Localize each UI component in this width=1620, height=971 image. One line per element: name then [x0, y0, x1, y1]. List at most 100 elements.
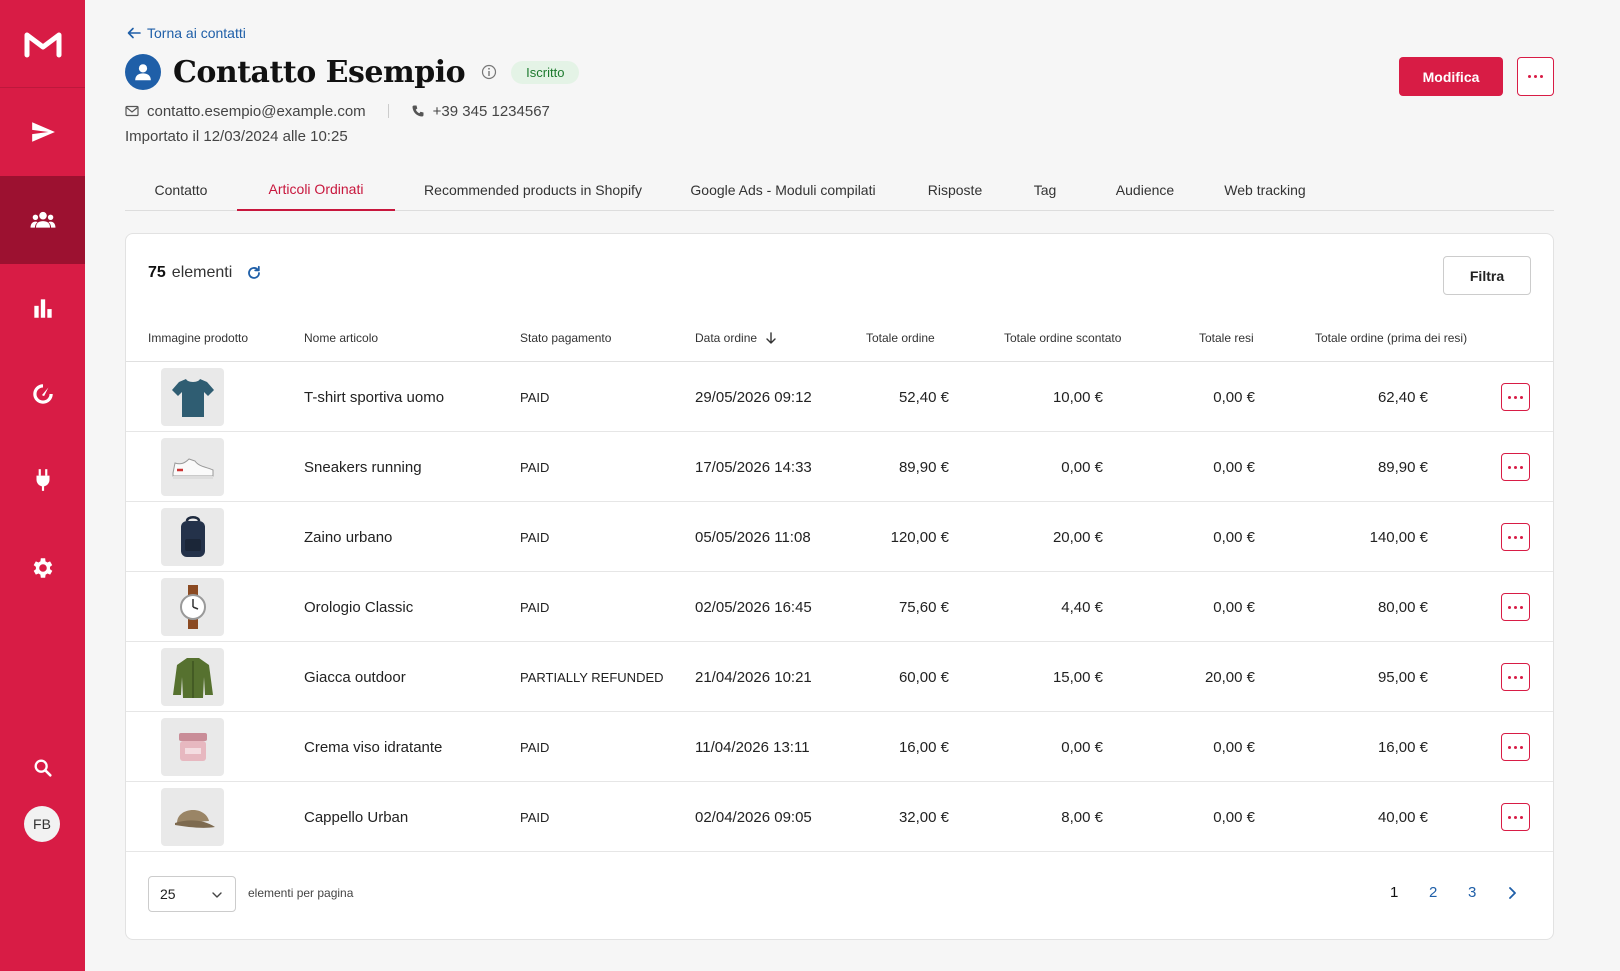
order-total: 75,60 € — [898, 598, 949, 616]
filter-button[interactable]: Filtra — [1443, 256, 1531, 295]
row-actions-button[interactable] — [1501, 663, 1530, 691]
col-payment[interactable]: Stato pagamento — [520, 330, 611, 346]
contact-email[interactable]: contatto.esempio@example.com — [147, 103, 366, 120]
table-row[interactable]: Giacca outdoor PARTIALLY REFUNDED 21/04/… — [126, 642, 1553, 712]
sidebar-item-contacts[interactable] — [0, 176, 85, 264]
table-row[interactable]: Zaino urbano PAID 05/05/2026 11:08 120,0… — [126, 502, 1553, 572]
more-dots-icon — [1508, 745, 1523, 749]
user-avatar[interactable]: FB — [24, 806, 60, 842]
sidebar-item-automation[interactable] — [0, 350, 85, 438]
col-total[interactable]: Totale ordine — [866, 330, 935, 346]
product-image — [161, 578, 224, 636]
page-link-2[interactable]: 2 — [1429, 884, 1437, 901]
order-date: 17/05/2026 14:33 — [695, 458, 812, 476]
sidebar-item-campaigns[interactable] — [0, 88, 85, 176]
more-dots-icon — [1528, 75, 1543, 78]
plug-icon — [36, 469, 49, 491]
order-returns: 0,00 € — [1213, 458, 1255, 476]
brand-logo[interactable] — [0, 0, 85, 88]
back-to-contacts-link[interactable]: Torna ai contatti — [127, 25, 246, 41]
row-actions-button[interactable] — [1501, 383, 1530, 411]
table-row[interactable]: Cappello Urban PAID 02/04/2026 09:05 32,… — [126, 782, 1553, 852]
col-returns[interactable]: Totale resi — [1199, 330, 1254, 346]
status-badge: Iscritto — [511, 60, 580, 84]
col-image: Immagine prodotto — [148, 331, 249, 345]
contact-avatar — [125, 54, 161, 90]
tab-contatto[interactable]: Contatto — [125, 168, 237, 211]
page-link-3[interactable]: 3 — [1468, 884, 1476, 901]
order-total-discounted: 0,00 € — [1061, 738, 1103, 756]
order-returns: 0,00 € — [1213, 388, 1255, 406]
order-returns: 0,00 € — [1213, 808, 1255, 826]
send-icon — [31, 122, 55, 142]
title-row: Contatto Esempio Iscritto — [125, 52, 580, 92]
product-name: Sneakers running — [304, 458, 422, 476]
order-returns: 0,00 € — [1213, 528, 1255, 546]
col-name[interactable]: Nome articolo — [304, 330, 378, 346]
row-actions-button[interactable] — [1501, 523, 1530, 551]
col-discounted-label: Totale ordine scontato — [1004, 331, 1122, 345]
table-row[interactable]: T-shirt sportiva uomo PAID 29/05/2026 09… — [126, 362, 1553, 432]
row-actions-button[interactable] — [1501, 593, 1530, 621]
order-date: 02/04/2026 09:05 — [695, 808, 812, 826]
search-icon — [34, 759, 52, 777]
tab-tag[interactable]: Tag — [1020, 168, 1070, 211]
sidebar-item-integrations[interactable] — [0, 436, 85, 524]
more-actions-button[interactable] — [1517, 57, 1554, 96]
sidebar-search[interactable] — [0, 748, 85, 788]
order-date: 11/04/2026 13:11 — [695, 738, 810, 756]
tab-web-tracking[interactable]: Web tracking — [1205, 168, 1325, 211]
payment-status: PAID — [520, 389, 550, 405]
person-icon — [135, 64, 151, 81]
edit-button[interactable]: Modifica — [1399, 57, 1503, 96]
refresh-icon[interactable] — [246, 265, 262, 281]
row-actions-button[interactable] — [1501, 803, 1530, 831]
row-actions-button[interactable] — [1501, 453, 1530, 481]
tab-audience[interactable]: Audience — [1105, 168, 1185, 211]
order-total-before-returns: 89,90 € — [1377, 458, 1428, 476]
product-image — [161, 788, 224, 846]
tshirt-icon — [171, 379, 214, 417]
page-link-1[interactable]: 1 — [1390, 884, 1398, 901]
col-date[interactable]: Data ordine — [695, 330, 777, 346]
product-image — [161, 438, 224, 496]
page-title: Contatto Esempio — [173, 54, 466, 90]
tab-google-ads[interactable]: Google Ads - Moduli compilati — [672, 168, 894, 211]
product-name: T-shirt sportiva uomo — [304, 388, 445, 406]
info-icon[interactable] — [481, 64, 497, 80]
row-actions-button[interactable] — [1501, 733, 1530, 761]
payment-status: PAID — [520, 529, 550, 545]
chevron-right-icon[interactable] — [1505, 886, 1519, 900]
tab-risposte[interactable]: Risposte — [915, 168, 995, 211]
product-name: Orologio Classic — [304, 598, 414, 616]
order-total-discounted: 20,00 € — [1052, 528, 1103, 546]
tab-articoli-ordinati[interactable]: Articoli Ordinati — [237, 168, 395, 211]
order-total-discounted: 15,00 € — [1052, 668, 1103, 686]
col-discounted[interactable]: Totale ordine scontato — [1004, 330, 1121, 346]
sort-down-icon — [766, 332, 776, 344]
item-count-label: elementi — [171, 264, 233, 281]
contact-phone[interactable]: +39 345 1234567 — [433, 103, 550, 120]
order-total: 52,40 € — [898, 388, 949, 406]
order-total-before-returns: 80,00 € — [1377, 598, 1428, 616]
table-row[interactable]: Sneakers running PAID 17/05/2026 14:33 8… — [126, 432, 1553, 502]
contact-meta: contatto.esempio@example.com +39 345 123… — [125, 101, 550, 121]
table-row[interactable]: Orologio Classic PAID 02/05/2026 16:45 7… — [126, 572, 1553, 642]
table-row[interactable]: Crema viso idratante PAID 11/04/2026 13:… — [126, 712, 1553, 782]
product-image — [161, 718, 224, 776]
col-before-returns[interactable]: Totale ordine (prima dei resi) — [1315, 330, 1467, 346]
item-count: 75 elementi — [148, 263, 262, 283]
item-count-value: 75 — [148, 264, 166, 281]
users-icon — [30, 211, 55, 228]
sidebar: FB — [0, 0, 85, 971]
sidebar-item-reports[interactable] — [0, 264, 85, 352]
order-total-before-returns: 95,00 € — [1377, 668, 1428, 686]
chevron-down-icon — [212, 892, 222, 898]
order-returns: 0,00 € — [1213, 738, 1255, 756]
page-size-select[interactable]: 25 — [148, 876, 236, 912]
sidebar-item-settings[interactable] — [0, 524, 85, 612]
tab-recommended-products[interactable]: Recommended products in Shopify — [403, 168, 663, 211]
order-date: 05/05/2026 11:08 — [695, 528, 811, 546]
order-total: 60,00 € — [898, 668, 949, 686]
order-total: 32,00 € — [898, 808, 949, 826]
